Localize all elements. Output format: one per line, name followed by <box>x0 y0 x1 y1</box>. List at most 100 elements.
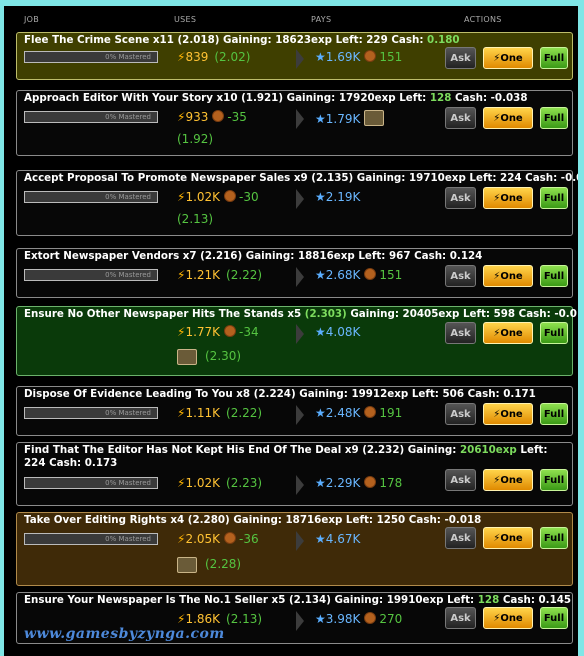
arrow-icon <box>296 405 304 425</box>
cash-icon <box>364 50 377 62</box>
ask-button[interactable]: Ask <box>445 47 476 69</box>
job-list-panel: JOB USES PAYS ACTIONS Flee The Crime Sce… <box>4 6 578 656</box>
do-one-button[interactable]: ⚡One <box>483 187 533 209</box>
job-ratio: (2.28) <box>205 557 242 571</box>
ask-button[interactable]: Ask <box>445 265 476 287</box>
do-full-button[interactable]: Full <box>540 403 568 425</box>
job-uses: ⚡1.77K -34 <box>177 325 259 339</box>
do-full-button[interactable]: Full <box>540 265 568 287</box>
header-uses: USES <box>174 15 197 24</box>
job-row: Extort Newspaper Vendors x7 (2.216) Gain… <box>16 248 573 298</box>
ask-button[interactable]: Ask <box>445 107 476 129</box>
loot-item-icon <box>364 110 385 126</box>
exp-star-icon: ★ <box>315 532 326 546</box>
do-full-button[interactable]: Full <box>540 469 568 491</box>
ask-button[interactable]: Ask <box>445 322 476 344</box>
do-one-button[interactable]: ⚡One <box>483 403 533 425</box>
do-one-button[interactable]: ⚡One <box>483 47 533 69</box>
job-title: Find That The Editor Has Not Kept His En… <box>24 444 548 469</box>
mastery-bar: 0% Mastered <box>24 191 158 203</box>
arrow-icon <box>296 109 304 129</box>
do-full-button[interactable]: Full <box>540 187 568 209</box>
job-uses: ⚡839 (2.02) <box>177 50 251 64</box>
cash-icon <box>212 110 225 122</box>
job-title: Take Over Editing Rights x4 (2.280) Gain… <box>24 514 482 526</box>
cash-icon <box>364 268 377 280</box>
job-title: Flee The Crime Scene x11 (2.018) Gaining… <box>24 34 460 46</box>
do-one-button[interactable]: ⚡One <box>483 107 533 129</box>
column-header: JOB USES PAYS ACTIONS <box>4 12 578 26</box>
cash-icon <box>224 325 237 337</box>
job-pays: ★2.19K <box>315 190 361 204</box>
mastery-bar: 0% Mastered <box>24 477 158 489</box>
job-title: Extort Newspaper Vendors x7 (2.216) Gain… <box>24 250 483 262</box>
ask-button[interactable]: Ask <box>445 403 476 425</box>
arrow-icon <box>296 189 304 209</box>
exp-star-icon: ★ <box>315 190 326 204</box>
job-title: Approach Editor With Your Story x10 (1.9… <box>24 92 528 104</box>
do-one-button[interactable]: ⚡One <box>483 265 533 287</box>
job-row: Ensure No Other Newspaper Hits The Stand… <box>16 306 578 376</box>
do-one-button[interactable]: ⚡One <box>483 469 533 491</box>
exp-star-icon: ★ <box>315 325 326 339</box>
do-full-button[interactable]: Full <box>540 322 568 344</box>
mastery-bar: 0% Mastered <box>24 407 158 419</box>
arrow-icon <box>296 611 304 631</box>
do-one-button[interactable]: ⚡One <box>483 322 533 344</box>
job-pays: ★4.08K <box>315 325 361 339</box>
job-uses: ⚡1.21K (2.22) <box>177 268 263 282</box>
do-full-button[interactable]: Full <box>540 47 568 69</box>
do-one-button[interactable]: ⚡One <box>483 607 533 629</box>
arrow-icon <box>296 49 304 69</box>
ask-button[interactable]: Ask <box>445 527 476 549</box>
job-title: Accept Proposal To Promote Newspaper Sal… <box>24 172 578 184</box>
job-ratio: (2.30) <box>205 349 242 363</box>
job-pays: ★3.98K 270 <box>315 612 403 626</box>
job-uses: ⚡1.11K (2.22) <box>177 406 263 420</box>
job-uses: ⚡1.02K -30 <box>177 190 259 204</box>
header-pays: PAYS <box>311 15 332 24</box>
do-full-button[interactable]: Full <box>540 607 568 629</box>
cash-icon <box>364 406 377 418</box>
job-row: Flee The Crime Scene x11 (2.018) Gaining… <box>16 32 573 80</box>
job-title: Ensure Your Newspaper Is The No.1 Seller… <box>24 594 572 606</box>
cash-icon <box>364 476 377 488</box>
mastery-bar: 0% Mastered <box>24 533 158 545</box>
ask-button[interactable]: Ask <box>445 607 476 629</box>
header-job: JOB <box>24 15 40 24</box>
do-one-button[interactable]: ⚡One <box>483 527 533 549</box>
arrow-icon <box>296 267 304 287</box>
do-full-button[interactable]: Full <box>540 107 568 129</box>
exp-star-icon: ★ <box>315 50 326 64</box>
exp-star-icon: ★ <box>315 268 326 282</box>
exp-star-icon: ★ <box>315 112 326 126</box>
mastery-bar: 0% Mastered <box>24 111 158 123</box>
job-row: Approach Editor With Your Story x10 (1.9… <box>16 90 573 156</box>
ask-button[interactable]: Ask <box>445 187 476 209</box>
cash-icon <box>364 612 377 624</box>
exp-star-icon: ★ <box>315 612 326 626</box>
job-uses: ⚡1.02K (2.23) <box>177 476 263 490</box>
cash-icon <box>224 532 237 544</box>
job-row: Accept Proposal To Promote Newspaper Sal… <box>16 170 578 236</box>
job-uses: ⚡1.86K (2.13) <box>177 612 263 626</box>
job-row: Take Over Editing Rights x4 (2.280) Gain… <box>16 512 573 586</box>
cash-icon <box>224 190 237 202</box>
job-pays: ★1.69K 151 <box>315 50 403 64</box>
watermark: www.gamesbyzynga.com <box>24 626 225 642</box>
ask-button[interactable]: Ask <box>445 469 476 491</box>
job-uses: ⚡2.05K -36 <box>177 532 259 546</box>
exp-star-icon: ★ <box>315 476 326 490</box>
loot-item-icon <box>177 557 197 573</box>
arrow-icon <box>296 531 304 551</box>
mastery-bar: 0% Mastered <box>24 269 158 281</box>
job-pays: ★2.29K 178 <box>315 476 403 490</box>
job-title: Dispose Of Evidence Leading To You x8 (2… <box>24 388 536 400</box>
job-row: Dispose Of Evidence Leading To You x8 (2… <box>16 386 573 436</box>
job-pays: ★1.79K <box>315 110 385 126</box>
job-ratio: (2.13) <box>177 212 214 226</box>
loot-item-icon <box>177 349 197 365</box>
job-title: Ensure No Other Newspaper Hits The Stand… <box>24 308 578 320</box>
job-pays: ★4.67K <box>315 532 361 546</box>
do-full-button[interactable]: Full <box>540 527 568 549</box>
